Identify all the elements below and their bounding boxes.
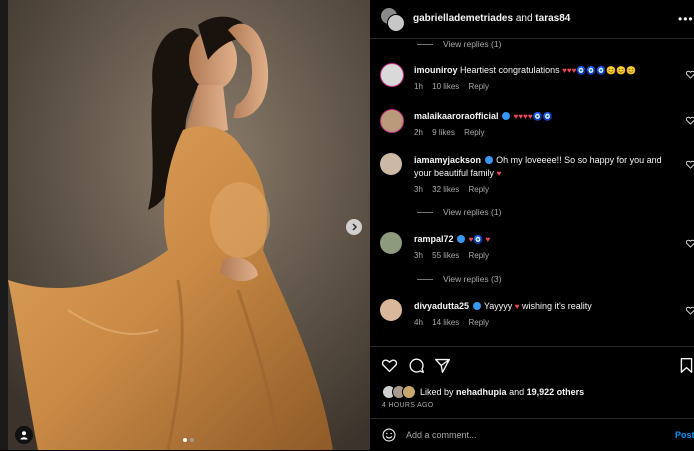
post-comment-button[interactable]: Post [675,430,694,440]
post-actions: Liked by nehadhupia and 19,922 others 4 … [370,346,694,419]
view-replies-link[interactable]: View replies (3) [417,274,501,284]
reply-button[interactable]: Reply [469,82,489,91]
comment-meta: 1h 10 likes Reply [414,80,669,93]
heart-icon[interactable] [686,239,694,248]
bookmark-icon[interactable] [678,357,694,374]
liked-by-user[interactable]: nehadhupia [456,387,507,397]
comment-likes[interactable]: 9 likes [432,128,455,137]
avatar[interactable] [380,63,404,87]
comment-username[interactable]: malaikaaroraofficial [414,111,499,121]
comment-time: 4h [414,318,423,327]
comment-input[interactable] [406,427,646,443]
comment-emoji: ♥🧿 ♥ [468,235,491,244]
comment-meta: 3h 55 likes Reply [414,249,669,262]
left-edge [0,0,8,450]
view-replies-label: View replies (1) [443,207,502,217]
comment-time: 2h [414,128,423,137]
user-tag-button[interactable] [15,426,33,444]
liked-by-prefix: Liked by [420,387,454,397]
comment-emoji: ♥ [514,302,520,311]
view-replies-label: View replies (3) [443,274,502,284]
post-side-panel: gabrielladem​etriades and taras84 ••• Vi… [370,0,694,450]
chevron-right-icon [352,223,358,231]
comment-body: rampal72 ♥🧿 ♥ 3h 55 likes Reply [414,233,669,262]
comment-body: imouniroy Heartiest congratulations ♥♥♥🧿… [414,64,669,93]
carousel-dot [190,438,194,442]
view-replies-link[interactable]: View replies (1) [417,207,501,217]
post-photo-illustration [8,0,370,450]
post-authors: gabrielladem​etriades and taras84 [413,13,570,24]
view-replies-link[interactable]: View replies (1) [417,39,501,49]
heart-icon[interactable] [381,357,398,374]
comment-bubble-icon[interactable] [408,357,425,374]
divider [417,278,433,280]
paper-plane-icon[interactable] [434,357,451,374]
liked-by-avatars [382,385,416,399]
comment-text: Heartiest congratulations [460,65,560,75]
more-options-button[interactable]: ••• [678,12,694,26]
avatar [387,14,405,32]
avatar[interactable] [380,153,402,175]
divider [417,43,433,45]
comment-time: 3h [414,185,423,194]
heart-icon[interactable] [686,160,694,169]
comment-likes[interactable]: 14 likes [432,318,459,327]
reply-button[interactable]: Reply [464,128,484,137]
post-header: gabrielladem​etriades and taras84 ••• [370,0,694,39]
comments-list[interactable]: View replies (1) imouniroy Heartiest con… [370,39,694,345]
heart-icon[interactable] [686,70,694,79]
comment-username[interactable]: iamamyjackson [414,155,481,165]
comment-username[interactable]: rampal72 [414,234,454,244]
author-joiner: and [515,13,533,24]
carousel-dots [183,438,194,442]
comment-time: 1h [414,82,423,91]
avatar[interactable] [380,299,402,321]
comment-meta: 3h 32 likes Reply [414,183,669,196]
comment-body: divyadutta25 Yayyyy ♥ wishing it's reali… [414,300,669,329]
verified-badge-icon [502,112,511,120]
comment-text: Yayyyy [483,301,513,311]
comment-likes[interactable]: 10 likes [432,82,459,91]
likes-summary[interactable]: Liked by nehadhupia and 19,922 others [382,385,584,399]
collab-avatars[interactable] [380,7,405,32]
liked-by-others[interactable]: 19,922 others [527,387,585,397]
heart-icon[interactable] [686,116,694,125]
comment-likes[interactable]: 55 likes [432,251,459,260]
post-photo [8,0,370,450]
reply-button[interactable]: Reply [469,185,489,194]
comment-emoji: ♥♥♥🧿🧿🧿😊😊😊 [562,66,637,75]
smiley-icon[interactable] [382,428,396,442]
comment-emoji: ♥♥♥♥🧿🧿 [513,112,553,121]
comment-username[interactable]: divyadutta25 [414,301,469,311]
author-username[interactable]: gabrielladem​etriades [413,13,513,24]
comment-meta: 2h 9 likes Reply [414,126,669,139]
comment-username[interactable]: imouniroy [414,65,458,75]
verified-badge-icon [457,235,466,243]
verified-badge-icon [484,156,493,164]
carousel-dot-active [183,438,187,442]
comment-body: malaikaaroraofficial ♥♥♥♥🧿🧿 2h 9 likes R… [414,110,669,139]
comment-likes[interactable]: 32 likes [432,185,459,194]
divider [417,211,433,213]
user-tag-icon [20,431,28,440]
avatar[interactable] [380,109,404,133]
comment-body: iamamyjackson Oh my loveeee!! So so happ… [414,154,669,196]
comment-time: 3h [414,251,423,260]
view-replies-label: View replies (1) [443,39,502,49]
collaborator-username[interactable]: taras84 [535,13,570,24]
heart-icon[interactable] [686,306,694,315]
post-timestamp: 4 HOURS AGO [382,402,434,409]
reply-button[interactable]: Reply [469,318,489,327]
add-comment-bar: Post [370,418,694,451]
liked-by-joiner: and [509,387,525,397]
avatar [402,385,416,399]
avatar[interactable] [380,232,402,254]
comment-meta: 4h 14 likes Reply [414,316,669,329]
comment-text-2: wishing it's reality [522,301,592,311]
next-photo-button[interactable] [346,219,362,235]
verified-badge-icon [472,302,481,310]
comment-emoji: ♥ [496,169,502,178]
reply-button[interactable]: Reply [469,251,489,260]
